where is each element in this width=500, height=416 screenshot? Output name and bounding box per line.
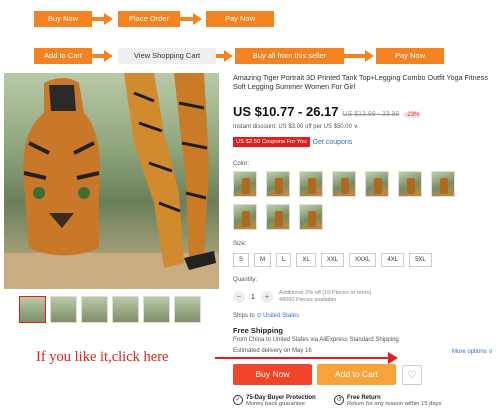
coupon-row: US $2.50 Coupons For You Get coupons [233, 137, 352, 147]
thumbnail-2[interactable] [50, 296, 77, 323]
flow-arrow-icon [365, 50, 374, 62]
flow-pay-now: Pay Now [206, 11, 274, 27]
tiger-outfit-illustration [4, 73, 219, 289]
thumbnail-4[interactable] [112, 296, 139, 323]
arrow-right-icon [388, 352, 398, 364]
flow-arrow-shaft [180, 17, 193, 21]
color-swatch[interactable] [332, 171, 356, 197]
flow-arrow-shaft [216, 54, 224, 58]
color-swatch[interactable] [365, 171, 389, 197]
ships-to-country[interactable]: United States [263, 313, 299, 319]
flow-arrow-icon [224, 50, 233, 62]
size-option-xxl[interactable]: XXL [320, 253, 345, 267]
more-options-link[interactable]: More options ∨ [452, 348, 493, 355]
size-option-l[interactable]: L [276, 253, 292, 267]
instant-discount[interactable]: Instant discount: US $3.00 off per US $5… [233, 123, 358, 130]
product-title: Amazing Tiger Portrait 3D Printed Tank T… [233, 73, 488, 91]
color-swatch[interactable] [266, 171, 290, 197]
size-options: S M L XL XXL XXXL 4XL 5XL [233, 253, 432, 267]
flow-arrow-icon [193, 13, 202, 25]
flow-buy-all-seller: Buy all from this seller [235, 48, 344, 64]
free-return: ↺ Free Return Return for any reason with… [334, 395, 441, 407]
color-label: Color: [233, 161, 250, 167]
buyer-protection: ✓ 75-Day Buyer Protection Money back gua… [233, 395, 316, 407]
minus-icon[interactable]: − [233, 291, 245, 303]
color-swatch[interactable] [398, 171, 422, 197]
estimated-delivery: Estimated delivery on May 16 [233, 348, 312, 354]
heart-icon[interactable]: ♡ [402, 365, 422, 385]
color-swatch[interactable] [266, 204, 290, 230]
add-to-cart-button[interactable]: Add to Cart [317, 364, 396, 385]
thumbnail-6[interactable] [174, 296, 201, 323]
free-shipping: Free Shipping [233, 326, 284, 335]
flow-arrow-icon [104, 13, 113, 25]
color-swatch[interactable] [299, 204, 323, 230]
color-swatches [233, 171, 483, 230]
flow-pay-now-2: Pay Now [376, 48, 444, 64]
shipping-route: From China to United States via AliExpre… [233, 337, 399, 343]
quantity-label: Quantity: [233, 277, 258, 283]
original-price: US $13.99 - 33.99 [342, 111, 400, 118]
size-option-4xl[interactable]: 4XL [381, 253, 405, 267]
quantity-note-available: 48000 Pieces available [278, 297, 337, 303]
size-option-5xl[interactable]: 5XL [409, 253, 432, 267]
quantity-note-bulk: Additional 2% off (10 Pieces or more) [278, 290, 372, 296]
quantity-value[interactable]: 1 [251, 294, 255, 301]
annotation-arrow-line [215, 357, 390, 359]
protection-subtitle: Money back guarantee [246, 401, 305, 407]
annotation-text: If you like it,click here [36, 349, 169, 365]
quantity-stepper: − 1 + Additional 2% off (10 Pieces or mo… [233, 290, 371, 304]
flow-buy-now: Buy Now [34, 11, 92, 27]
flow-add-to-cart: Add to Cart [34, 48, 92, 64]
coupon-badge: US $2.50 Coupons For You [233, 137, 310, 147]
shield-check-icon: ✓ [233, 395, 243, 405]
size-label: Size: [233, 241, 247, 247]
thumbnail-3[interactable] [81, 296, 108, 323]
color-swatch[interactable] [233, 171, 257, 197]
flow-arrow-icon [104, 50, 113, 62]
color-swatch[interactable] [233, 204, 257, 230]
ships-to-label: Ships to [233, 313, 255, 319]
price-row: US $10.77 - 26.17 US $13.99 - 33.99 -23% [233, 104, 422, 119]
size-option-m[interactable]: M [254, 253, 272, 267]
location-pin-icon: ⊙ [256, 313, 262, 319]
flow-view-cart: View Shopping Cart [118, 48, 216, 64]
thumbnail-5[interactable] [143, 296, 170, 323]
flow-arrow-shaft [92, 17, 104, 21]
flow-arrow-shaft [92, 54, 104, 58]
flow-place-order: Place Order [118, 11, 180, 27]
product-main-image[interactable] [4, 73, 219, 289]
size-option-s[interactable]: S [233, 253, 250, 267]
return-subtitle: Return for any reason within 15 days [347, 401, 442, 407]
buy-now-button[interactable]: Buy Now [233, 364, 312, 385]
size-option-xxxl[interactable]: XXXL [349, 253, 377, 267]
color-swatch[interactable] [431, 171, 455, 197]
plus-icon[interactable]: + [260, 291, 273, 303]
thumbnail-strip [19, 296, 201, 323]
return-icon: ↺ [334, 395, 344, 405]
color-swatch[interactable] [299, 171, 323, 197]
quantity-notes: Additional 2% off (10 Pieces or more) 48… [279, 290, 372, 304]
size-option-xl[interactable]: XL [296, 253, 316, 267]
price: US $10.77 - 26.17 [233, 104, 339, 119]
get-coupons-link[interactable]: Get coupons [313, 139, 353, 146]
thumbnail-1[interactable] [19, 296, 46, 323]
flow-arrow-shaft [344, 54, 365, 58]
discount-badge: -23% [403, 112, 422, 118]
ships-to: Ships to ⊙ United States [233, 312, 299, 319]
